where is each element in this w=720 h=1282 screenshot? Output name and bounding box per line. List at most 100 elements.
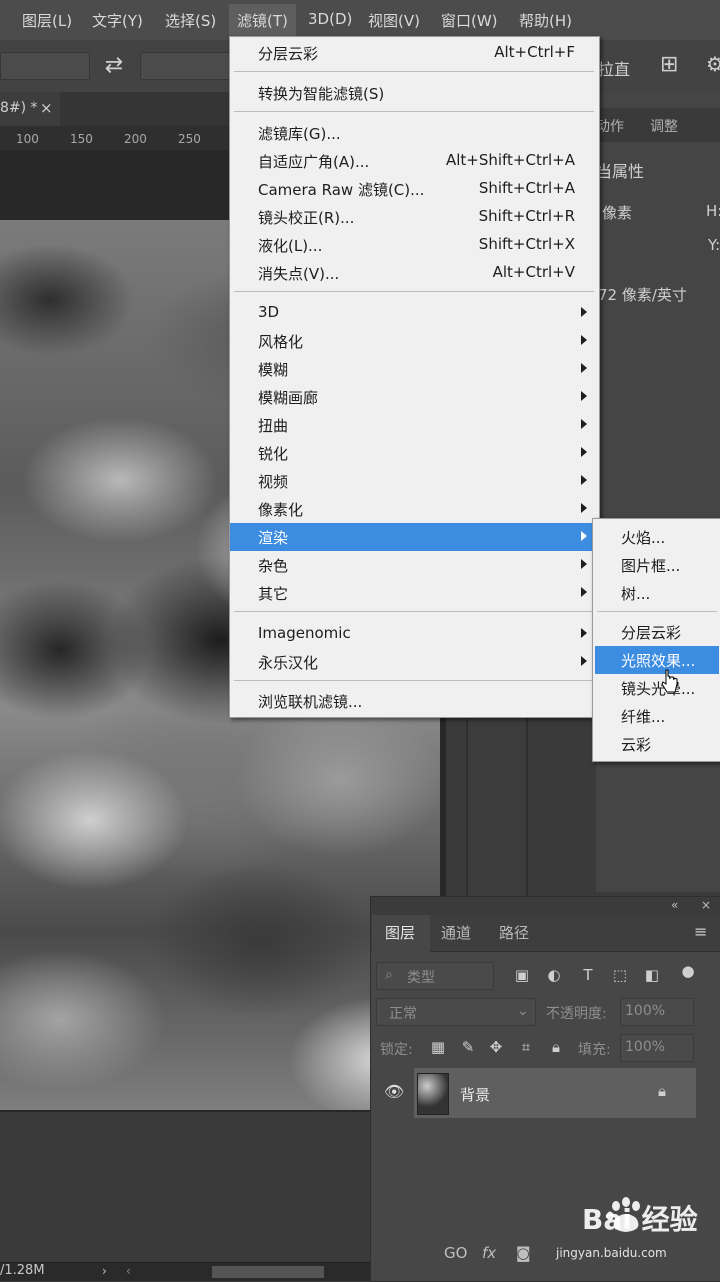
- fill-input[interactable]: 100%: [620, 1034, 694, 1062]
- fx-icon[interactable]: fx: [482, 1244, 496, 1262]
- menu-item-noise[interactable]: 杂色: [230, 551, 599, 579]
- straighten-button[interactable]: 拉直: [598, 56, 630, 80]
- menu-item-browse-filters-online[interactable]: 浏览联机滤镜...: [230, 687, 599, 715]
- option-field[interactable]: [140, 52, 232, 80]
- menu-item-blur[interactable]: 模糊: [230, 355, 599, 383]
- chevron-right-icon: [581, 307, 587, 317]
- opacity-label: 不透明度:: [546, 1006, 607, 1022]
- close-icon[interactable]: ×: [701, 898, 711, 912]
- chevron-right-icon: [581, 587, 587, 597]
- lock-all-icon[interactable]: 🔒︎: [546, 1038, 566, 1056]
- submenu-item-fibers[interactable]: 纤维...: [593, 702, 720, 730]
- menu-item-imagenomic[interactable]: Imagenomic: [230, 620, 599, 648]
- menu-item-video[interactable]: 视频: [230, 467, 599, 495]
- menu-item-3d[interactable]: 3D: [230, 299, 599, 327]
- filter-toggle-icon[interactable]: ●: [678, 962, 698, 980]
- document-tab[interactable]: 8#) * ×: [0, 92, 60, 126]
- opacity-input[interactable]: 100%: [620, 998, 694, 1026]
- layer-name: 背景: [460, 1086, 491, 1104]
- horizontal-scrollbar[interactable]: [212, 1266, 324, 1278]
- tab-actions[interactable]: 动作: [596, 116, 624, 136]
- submenu-item-difference-clouds[interactable]: 分层云彩: [593, 618, 720, 646]
- swap-icon[interactable]: ⇄: [100, 52, 128, 80]
- h-label: H:: [706, 202, 720, 220]
- option-field[interactable]: [0, 52, 90, 80]
- lock-transparent-icon[interactable]: ▦: [428, 1038, 448, 1056]
- menu-item-adaptive-wide-angle[interactable]: 自适应广角(A)... Alt+Shift+Ctrl+A: [230, 147, 599, 175]
- collapse-icon[interactable]: «: [671, 898, 678, 912]
- menu-item-render[interactable]: 渲染: [230, 523, 599, 551]
- menu-filter[interactable]: 滤镜(T): [229, 4, 296, 37]
- close-icon[interactable]: ×: [40, 99, 53, 117]
- tab-channels[interactable]: 通道: [441, 922, 471, 943]
- menu-item-liquify[interactable]: 液化(L)... Shift+Ctrl+X: [230, 231, 599, 259]
- unit-label: 像素: [602, 204, 633, 222]
- menu-item-filter-gallery[interactable]: 滤镜库(G)...: [230, 119, 599, 147]
- menu-item-clouds-difference[interactable]: 分层云彩 Alt+Ctrl+F: [230, 39, 599, 67]
- grid-icon[interactable]: ⊞: [660, 52, 678, 77]
- adjustment-filter-icon[interactable]: ◐: [544, 966, 564, 984]
- menu-item-camera-raw[interactable]: Camera Raw 滤镜(C)... Shift+Ctrl+A: [230, 175, 599, 203]
- menu-item-pixelate[interactable]: 像素化: [230, 495, 599, 523]
- chevron-right-icon: [581, 503, 587, 513]
- lock-move-icon[interactable]: ✥: [486, 1038, 506, 1056]
- tab-layers[interactable]: 图层: [385, 922, 415, 943]
- layers-titlebar: « ×: [371, 897, 720, 915]
- opacity-value: 100%: [625, 1003, 666, 1019]
- menu-help[interactable]: 帮助(H): [519, 10, 572, 31]
- smart-object-filter-icon[interactable]: ◧: [642, 966, 662, 984]
- submenu-item-tree[interactable]: 树...: [593, 579, 720, 607]
- lock-paint-icon[interactable]: ✎: [458, 1038, 478, 1056]
- render-submenu: 火焰... 图片框... 树... 分层云彩 光照效果... 镜头光晕... 纤…: [592, 518, 720, 762]
- chevron-left-icon[interactable]: ‹: [126, 1264, 131, 1278]
- layer-visibility-column: 👁︎: [372, 1068, 412, 1118]
- ruler-tick: 100: [16, 132, 39, 146]
- add-mask-icon[interactable]: ◙: [516, 1244, 531, 1262]
- menu-separator: [234, 611, 594, 612]
- menu-view[interactable]: 视图(V): [368, 10, 420, 31]
- type-filter-icon[interactable]: T: [578, 966, 598, 984]
- shape-filter-icon[interactable]: ⬚: [610, 966, 630, 984]
- menu-item-other[interactable]: 其它: [230, 579, 599, 607]
- menu-separator: [234, 291, 594, 292]
- lock-artboard-icon[interactable]: ⌗: [516, 1038, 536, 1056]
- layer-filter-select[interactable]: ⌕ 类型: [376, 962, 494, 990]
- image-filter-icon[interactable]: ▣: [512, 966, 532, 984]
- tab-adjustments[interactable]: 调整: [650, 116, 678, 136]
- ruler: 100 150 200 250: [0, 126, 230, 151]
- menu-item-sharpen[interactable]: 锐化: [230, 439, 599, 467]
- menu-layer[interactable]: 图层(L): [22, 10, 72, 31]
- eye-icon[interactable]: 👁︎: [384, 1082, 404, 1101]
- chevron-right-icon: [581, 628, 587, 638]
- blend-mode-select[interactable]: 正常 ⌄: [376, 998, 536, 1026]
- menu-item-distort[interactable]: 扭曲: [230, 411, 599, 439]
- submenu-item-clouds[interactable]: 云彩: [593, 730, 720, 758]
- link-layers-icon[interactable]: GO: [444, 1244, 467, 1262]
- menu-item-stylize[interactable]: 风格化: [230, 327, 599, 355]
- menu-separator: [234, 111, 594, 112]
- menu-item-convert-smart-filters[interactable]: 转换为智能滤镜(S): [230, 79, 599, 107]
- panel-menu-icon[interactable]: ≡: [694, 922, 707, 941]
- ruler-tick: 150: [70, 132, 93, 146]
- layer-row[interactable]: 背景 🔒︎: [414, 1068, 696, 1118]
- fill-label: 填充:: [578, 1042, 611, 1058]
- menu-3d[interactable]: 3D(D): [308, 10, 352, 28]
- menu-select[interactable]: 选择(S): [165, 10, 216, 31]
- menu-item-yongle-chinese[interactable]: 永乐汉化: [230, 648, 599, 676]
- submenu-item-lighting-effects[interactable]: 光照效果...: [595, 646, 719, 674]
- layer-thumbnail: [417, 1073, 449, 1115]
- gear-icon[interactable]: ⚙: [706, 52, 720, 76]
- submenu-item-picture-frame[interactable]: 图片框...: [593, 551, 720, 579]
- submenu-item-flame[interactable]: 火焰...: [593, 523, 720, 551]
- menu-type[interactable]: 文字(Y): [92, 10, 143, 31]
- properties-tabs: 动作 调整: [596, 108, 720, 142]
- tab-paths[interactable]: 路径: [499, 922, 529, 943]
- watermark-brand: Bai 经验: [582, 1203, 698, 1236]
- chevron-right-icon[interactable]: ›: [102, 1264, 107, 1278]
- menu-window[interactable]: 窗口(W): [441, 10, 498, 31]
- menu-item-blur-gallery[interactable]: 模糊画廊: [230, 383, 599, 411]
- submenu-item-lens-flare[interactable]: 镜头光晕...: [593, 674, 720, 702]
- menu-item-vanishing-point[interactable]: 消失点(V)... Alt+Ctrl+V: [230, 259, 599, 287]
- menu-item-lens-correction[interactable]: 镜头校正(R)... Shift+Ctrl+R: [230, 203, 599, 231]
- panel-divider: [466, 700, 528, 900]
